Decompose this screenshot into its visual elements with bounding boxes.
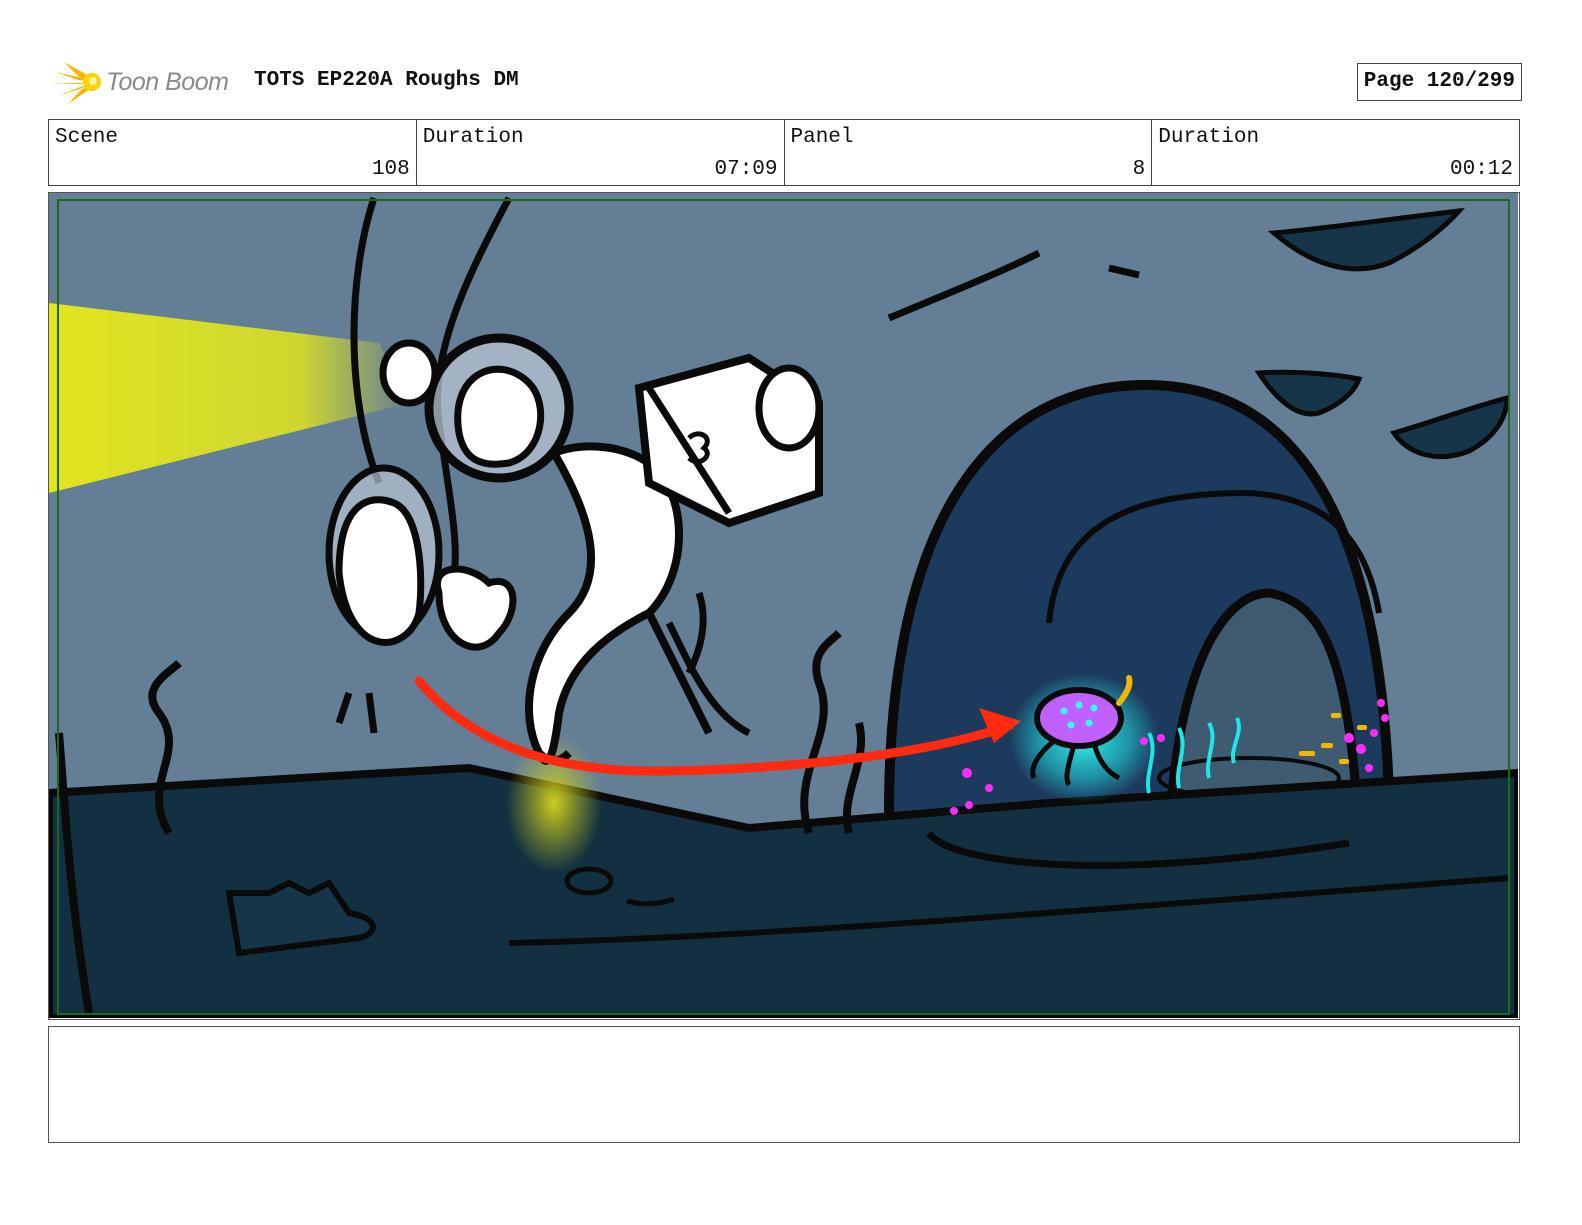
storyboard-sketch (49, 193, 1518, 1018)
scene-duration-cell: Duration 07:09 (417, 120, 785, 185)
scene-duration-label: Duration (422, 126, 524, 149)
panel-duration-cell: Duration 00:12 (1152, 120, 1519, 185)
panel-cell: Panel 8 (785, 120, 1153, 185)
page-counter: Page 120/299 (1356, 63, 1522, 101)
scene-value: 108 (371, 158, 410, 181)
page-header: Toon Boom TOTS EP220A Roughs DM Page 120… (48, 56, 1522, 112)
logo-text: Toon Boom (106, 68, 229, 96)
storyboard-panel (48, 192, 1520, 1020)
scene-duration-value: 07:09 (714, 158, 778, 181)
panel-duration-label: Duration (1158, 126, 1260, 149)
scene-label: Scene (55, 126, 119, 149)
document-title: TOTS EP220A Roughs DM (254, 69, 519, 92)
panel-duration-value: 00:12 (1449, 158, 1513, 181)
toon-boom-logo: Toon Boom (50, 58, 250, 108)
panel-notes (48, 1026, 1520, 1143)
scene-info-table: Scene 108 Duration 07:09 Panel 8 Duratio… (48, 119, 1520, 186)
scene-cell: Scene 108 (49, 120, 417, 185)
panel-label: Panel (790, 126, 854, 149)
glowing-creature (1009, 673, 1159, 803)
panel-value: 8 (1132, 158, 1146, 181)
starburst-icon (52, 62, 101, 104)
